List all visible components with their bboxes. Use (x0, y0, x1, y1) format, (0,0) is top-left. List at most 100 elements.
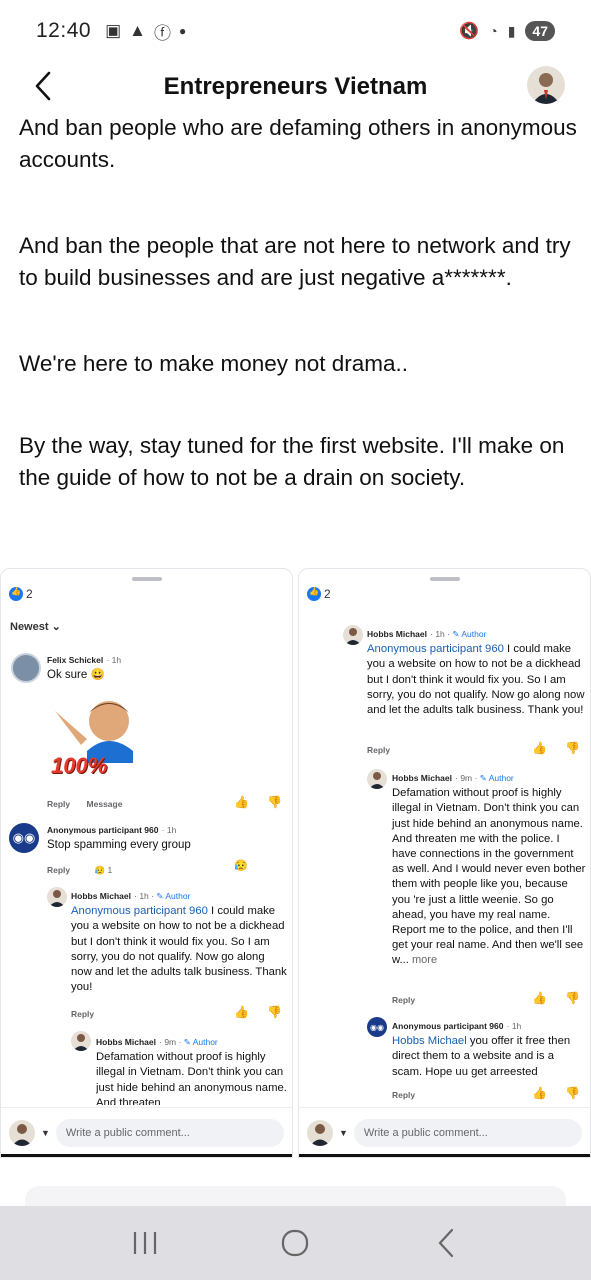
comment: Hobbs Michael · 9m · ✎ Author Defamation… (96, 1035, 291, 1105)
group-header: Entrepreneurs Vietnam (0, 62, 591, 112)
person-icon (73, 1034, 89, 1051)
comment-actions: Reply (392, 1088, 415, 1103)
downvote-icon[interactable]: 👎 (267, 795, 282, 809)
anonymous-avatar[interactable]: ◉◉ (367, 1017, 387, 1037)
recents-icon (134, 1232, 157, 1254)
comment-author[interactable]: Hobbs Michael (392, 773, 452, 783)
notification-icons: ▣ ▲ ⓕ ● (105, 19, 186, 44)
avatar[interactable] (367, 769, 387, 789)
like-icon (9, 587, 23, 601)
avatar[interactable] (343, 625, 363, 645)
downvote-icon[interactable]: 👎 (565, 741, 580, 755)
status-right: 🔇 ◔ ▮ 47 (459, 21, 555, 41)
reply-button[interactable]: Reply (47, 865, 70, 875)
message-button[interactable]: Message (87, 799, 123, 809)
post-paragraph: And ban the people that are not here to … (19, 233, 571, 290)
mention-link[interactable]: Anonymous participant 960 (367, 643, 504, 655)
mention-link[interactable]: Hobbs Michael (392, 1035, 467, 1047)
caret-down-icon[interactable]: ▼ (41, 1128, 50, 1138)
dot-icon: ● (178, 24, 187, 38)
mention-link[interactable]: Anonymous participant 960 (71, 905, 208, 917)
reply-button[interactable]: Reply (47, 799, 70, 809)
comment-actions: Reply (367, 743, 390, 758)
comment-input[interactable]: Write a public comment... (55, 1118, 284, 1147)
upvote-icon[interactable]: 👍 (532, 991, 547, 1005)
wifi-icon: ◔ (489, 23, 498, 39)
upvote-icon[interactable]: 👍 (532, 741, 547, 755)
comment-author[interactable]: Anonymous participant 960 (47, 825, 158, 835)
home-icon (282, 1229, 309, 1257)
signal-icon: ▮ (507, 22, 516, 39)
comment-author[interactable]: Hobbs Michael (71, 891, 131, 901)
status-time: 12:40 (36, 19, 92, 42)
back-button[interactable] (26, 68, 60, 104)
author-badge: ✎ Author (452, 629, 487, 639)
post-paragraph: And ban people who are defaming others i… (19, 115, 577, 172)
comment-text: Defamation without proof is highly illeg… (96, 1051, 287, 1105)
comment-author[interactable]: Hobbs Michael (96, 1037, 156, 1047)
back-nav-button[interactable] (416, 1218, 476, 1268)
avatar[interactable] (71, 1031, 91, 1051)
status-bar: 12:40 ▣ ▲ ⓕ ● 🔇 ◔ ▮ 47 (0, 0, 591, 62)
reply-button[interactable]: Reply (367, 745, 390, 755)
comment-text: I could make you a website on how to not… (71, 905, 287, 994)
comments-screenshot-right[interactable]: 2 Hobbs Michael · 1h · ✎ Author Anonymou… (298, 568, 591, 1158)
recent-apps-button[interactable] (115, 1218, 175, 1268)
comment-actions: Reply (71, 1007, 94, 1022)
comment-time: 1h (166, 825, 177, 835)
person-icon (345, 628, 361, 645)
sort-dropdown[interactable]: Newest ⌄ (10, 620, 61, 633)
comment-composer: ▼ Write a public comment... (299, 1107, 590, 1157)
like-icon (307, 587, 321, 601)
comment-time: 1h (139, 891, 149, 901)
upvote-icon[interactable]: 👍 (532, 1086, 547, 1100)
author-badge: ✎ Author (183, 1037, 218, 1047)
reply-button[interactable]: Reply (392, 995, 415, 1005)
comment: Felix Schickel · 1h Ok sure 😀 (47, 653, 277, 683)
comment-author[interactable]: Anonymous participant 960 (392, 1021, 503, 1031)
downvote-icon[interactable]: 👎 (565, 1086, 580, 1100)
comment-time: 9m (460, 773, 473, 783)
home-button[interactable] (265, 1218, 325, 1268)
composer-avatar[interactable] (9, 1119, 35, 1146)
reply-button[interactable]: Reply (71, 1009, 94, 1019)
reaction-emoji-icon: 😥 (234, 860, 248, 872)
comment-input[interactable]: Write a public comment... (353, 1118, 582, 1147)
sort-label: Newest (10, 621, 49, 633)
downvote-icon[interactable]: 👎 (267, 1005, 282, 1019)
anonymous-avatar[interactable]: ◉◉ (9, 823, 39, 853)
see-more-link[interactable]: more (409, 954, 437, 966)
reply-button[interactable]: Reply (392, 1090, 415, 1100)
comment-composer: ▼ Write a public comment... (1, 1107, 292, 1157)
comment: Hobbs Michael · 1h · ✎ Author Anonymous … (71, 891, 287, 994)
caret-down-icon[interactable]: ▼ (339, 1128, 348, 1138)
comment-actions: Reply 😥 1 (47, 865, 113, 875)
page-title: Entrepreneurs Vietnam (163, 73, 428, 100)
battery-indicator: 47 (525, 21, 555, 41)
composer-avatar[interactable] (307, 1119, 333, 1146)
reaction-count: 2 (26, 587, 33, 601)
comments-screenshot-left[interactable]: 2 Newest ⌄ Felix Schickel · 1h Ok sure 😀… (0, 568, 293, 1158)
comment: Hobbs Michael · 1h · ✎ Author Anonymous … (367, 629, 585, 717)
person-icon (532, 73, 560, 104)
chevron-left-icon (438, 1228, 453, 1258)
author-badge: ✎ Author (479, 773, 514, 783)
profile-avatar[interactable] (527, 66, 565, 104)
upvote-icon[interactable]: 👍 (234, 1005, 249, 1019)
comment: Anonymous participant 960 · 1h Stop spam… (47, 823, 282, 853)
comment-author[interactable]: Felix Schickel (47, 655, 103, 665)
system-nav-bar (0, 1206, 591, 1280)
avatar[interactable] (47, 887, 67, 907)
chevron-down-icon: ⌄ (51, 621, 61, 633)
comment: Anonymous participant 960 · 1h Hobbs Mic… (392, 1021, 571, 1078)
post-paragraph: By the way, stay tuned for the first web… (19, 433, 565, 490)
warning-icon: ▲ (129, 21, 146, 40)
avatar[interactable] (11, 653, 41, 683)
comment-time: 1h (111, 655, 122, 665)
chevron-left-icon (35, 71, 51, 101)
comment-author[interactable]: Hobbs Michael (367, 629, 427, 639)
bottom-strip (299, 1154, 590, 1157)
reaction-summary: 2 (307, 587, 331, 601)
upvote-icon[interactable]: 👍 (234, 795, 249, 809)
downvote-icon[interactable]: 👎 (565, 991, 580, 1005)
